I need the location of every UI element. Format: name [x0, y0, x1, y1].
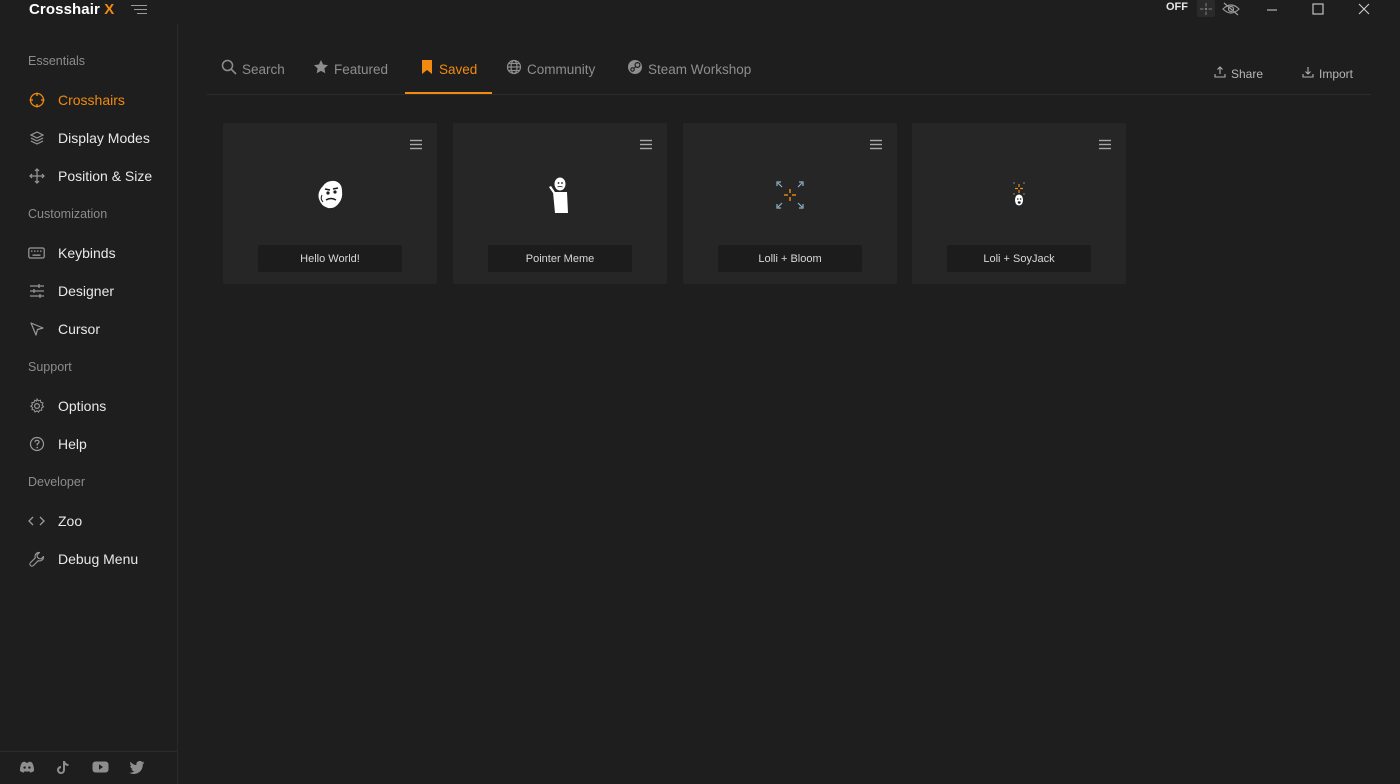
- crosshair-toggle-icon[interactable]: [1197, 0, 1215, 17]
- cursor-icon: [28, 321, 45, 338]
- crosshair-preview-face-icon: [308, 173, 352, 217]
- help-icon: [28, 436, 45, 453]
- tab-label: Featured: [334, 61, 389, 77]
- sidebar-item-label: Zoo: [58, 513, 83, 529]
- move-icon: [28, 168, 45, 185]
- sidebar-item-display-modes[interactable]: Display Modes: [28, 127, 150, 149]
- crosshair-card[interactable]: Loli + SoyJack: [912, 123, 1126, 284]
- sidebar-item-zoo[interactable]: Zoo: [28, 510, 82, 532]
- code-icon: [28, 513, 45, 530]
- search-icon: [221, 59, 237, 80]
- sidebar-item-label: Keybinds: [58, 245, 116, 261]
- share-label: Share: [1231, 67, 1264, 81]
- globe-icon: [506, 59, 522, 80]
- section-customization: Customization: [28, 207, 108, 221]
- crosshair-preview-bloom-icon: [768, 173, 812, 217]
- sidebar-item-label: Cursor: [58, 321, 101, 337]
- card-name: Hello World!: [258, 245, 402, 272]
- crosshair-card[interactable]: Hello World!: [223, 123, 437, 284]
- download-icon: [1302, 65, 1314, 83]
- app-title-main: Crosshair: [29, 1, 105, 18]
- sidebar-item-position-size[interactable]: Position & Size: [28, 165, 152, 187]
- sidebar-toggle-icon[interactable]: [131, 3, 147, 15]
- gear-icon: [28, 398, 45, 415]
- section-developer: Developer: [28, 475, 85, 489]
- title-bar: Crosshair X OFF: [0, 0, 1400, 24]
- sidebar-item-keybinds[interactable]: Keybinds: [28, 242, 116, 264]
- crosshair-preview-pointer-icon: [538, 173, 582, 217]
- app-title-accent: X: [104, 1, 115, 18]
- tab-search[interactable]: Search: [221, 58, 285, 80]
- layers-icon: [28, 130, 45, 147]
- card-name: Lolli + Bloom: [718, 245, 862, 272]
- import-button[interactable]: Import: [1302, 65, 1353, 83]
- crosshair-card[interactable]: Lolli + Bloom: [683, 123, 897, 284]
- tab-saved[interactable]: Saved: [420, 58, 477, 80]
- wrench-icon: [28, 551, 45, 568]
- star-icon: [313, 59, 329, 80]
- minimize-icon[interactable]: [1260, 0, 1284, 17]
- import-label: Import: [1319, 67, 1354, 81]
- sidebar-item-label: Debug Menu: [58, 551, 139, 567]
- sidebar-item-crosshairs[interactable]: Crosshairs: [28, 89, 125, 111]
- sidebar: Essentials Crosshairs Display Modes Posi…: [0, 24, 178, 784]
- active-tab-indicator: [405, 92, 492, 94]
- card-menu-icon[interactable]: [869, 137, 883, 151]
- sidebar-item-debug-menu[interactable]: Debug Menu: [28, 548, 138, 570]
- tab-steam-workshop[interactable]: Steam Workshop: [627, 58, 751, 80]
- sidebar-item-label: Display Modes: [58, 130, 150, 146]
- share-button[interactable]: Share: [1214, 65, 1263, 83]
- tab-community[interactable]: Community: [506, 58, 595, 80]
- bookmark-icon: [420, 59, 434, 80]
- card-menu-icon[interactable]: [409, 137, 423, 151]
- twitter-icon[interactable]: [128, 758, 146, 776]
- crosshair-icon: [28, 92, 45, 109]
- sidebar-item-label: Position & Size: [58, 168, 153, 184]
- sidebar-item-options[interactable]: Options: [28, 395, 106, 417]
- card-menu-icon[interactable]: [1098, 137, 1112, 151]
- upload-icon: [1214, 65, 1226, 83]
- youtube-icon[interactable]: [91, 758, 109, 776]
- steam-icon: [627, 59, 643, 80]
- tiktok-icon[interactable]: [54, 758, 72, 776]
- tab-featured[interactable]: Featured: [313, 58, 388, 80]
- sidebar-item-label: Designer: [58, 283, 115, 299]
- tab-label: Steam Workshop: [648, 61, 752, 77]
- sidebar-item-cursor[interactable]: Cursor: [28, 318, 100, 340]
- sidebar-item-label: Options: [58, 398, 107, 414]
- tab-label: Community: [527, 61, 596, 77]
- tab-bar: Search Featured Saved Community Steam Wo…: [207, 24, 1371, 95]
- close-icon[interactable]: [1352, 0, 1376, 17]
- sliders-icon: [28, 283, 45, 300]
- sidebar-item-label: Crosshairs: [58, 92, 125, 108]
- sidebar-item-label: Help: [58, 436, 87, 452]
- crosshair-preview-soyjack-icon: [997, 173, 1041, 217]
- tab-label: Saved: [439, 61, 478, 77]
- maximize-icon[interactable]: [1306, 0, 1330, 17]
- crosshair-card[interactable]: Pointer Meme: [453, 123, 667, 284]
- eye-off-icon[interactable]: [1221, 0, 1241, 17]
- card-name: Pointer Meme: [488, 245, 632, 272]
- sidebar-item-designer[interactable]: Designer: [28, 280, 114, 302]
- section-essentials: Essentials: [28, 54, 85, 68]
- discord-icon[interactable]: [18, 758, 36, 776]
- section-support: Support: [28, 360, 72, 374]
- sidebar-item-help[interactable]: Help: [28, 433, 87, 455]
- tab-label: Search: [242, 61, 285, 77]
- card-name: Loli + SoyJack: [947, 245, 1091, 272]
- social-divider: [0, 751, 177, 752]
- app-title: Crosshair X: [29, 1, 114, 18]
- keyboard-icon: [28, 245, 45, 262]
- power-state-label[interactable]: OFF: [1166, 1, 1188, 13]
- card-menu-icon[interactable]: [639, 137, 653, 151]
